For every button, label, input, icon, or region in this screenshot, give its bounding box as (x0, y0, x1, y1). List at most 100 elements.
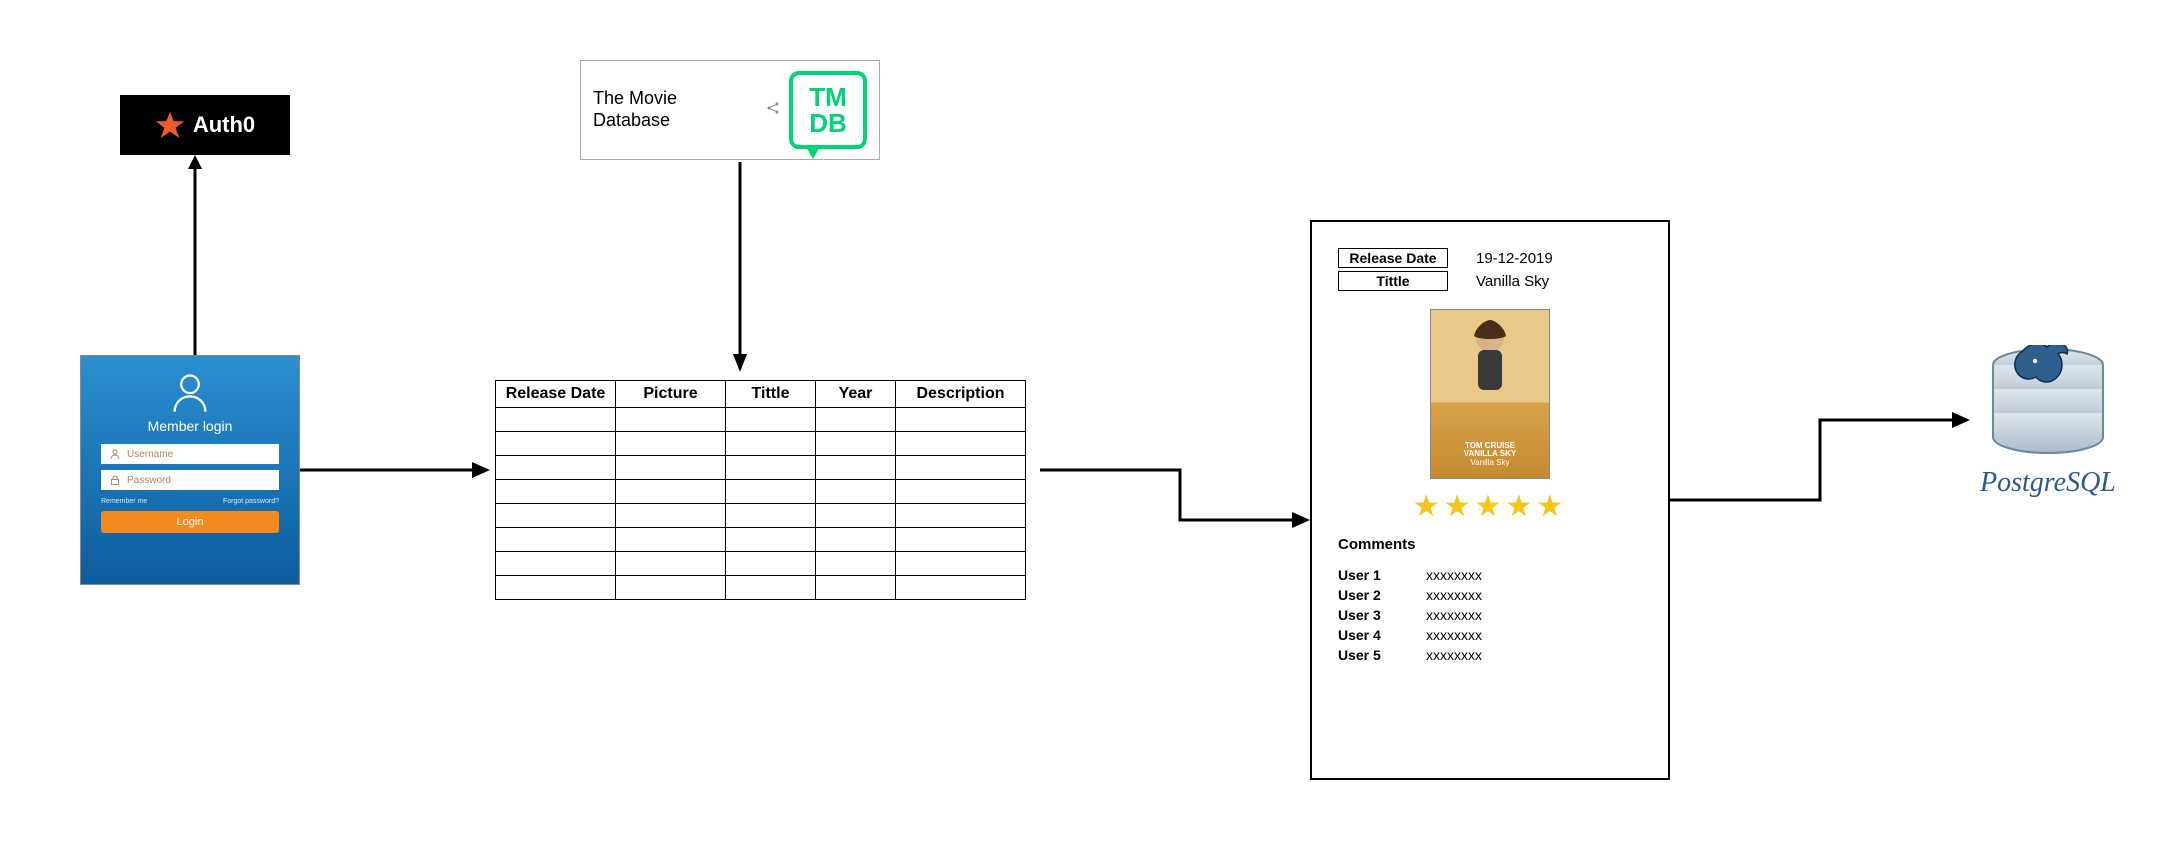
arrow-login-to-table (300, 455, 490, 485)
col-release-date: Release Date (496, 381, 616, 408)
arrow-login-to-auth0 (180, 155, 210, 355)
tmdb-card: The Movie Database TM DB (580, 60, 880, 160)
table-cell (726, 528, 816, 552)
user-icon (168, 370, 212, 414)
table-header-row: Release Date Picture Tittle Year Descrip… (496, 381, 1026, 408)
table-cell (816, 456, 896, 480)
table-cell (816, 480, 896, 504)
username-placeholder: Username (127, 449, 173, 460)
comment-row: User 3 xxxxxxxx (1338, 607, 1642, 623)
password-placeholder: Password (127, 475, 171, 486)
login-title: Member login (148, 418, 233, 434)
user-small-icon (109, 448, 121, 460)
table-row[interactable] (496, 432, 1026, 456)
table-cell (616, 504, 726, 528)
table-cell (616, 408, 726, 432)
password-field[interactable]: Password (101, 470, 279, 490)
share-icon[interactable] (765, 100, 781, 121)
table-row[interactable] (496, 576, 1026, 600)
database-label: PostgreSQL (1980, 467, 2116, 499)
table-cell (726, 480, 816, 504)
table-cell (496, 432, 616, 456)
table-row[interactable] (496, 552, 1026, 576)
table-cell (896, 456, 1026, 480)
username-field[interactable]: Username (101, 444, 279, 464)
table-cell (496, 528, 616, 552)
movie-table: Release Date Picture Tittle Year Descrip… (495, 380, 1026, 600)
login-options: Remember me Forgot password? (101, 498, 279, 505)
database-icon (1983, 345, 2113, 465)
movie-table-wrapper: Release Date Picture Tittle Year Descrip… (495, 380, 1026, 600)
arrow-detail-to-db (1670, 400, 1970, 520)
table-row[interactable] (496, 504, 1026, 528)
comment-row: User 4 xxxxxxxx (1338, 627, 1642, 643)
table-cell (816, 504, 896, 528)
comment-text: xxxxxxxx (1426, 567, 1482, 583)
poster-text: TOM CRUISE VANILLA SKY Vanilla Sky (1431, 442, 1549, 468)
comment-text: xxxxxxxx (1426, 587, 1482, 603)
table-cell (896, 576, 1026, 600)
comment-user: User 1 (1338, 567, 1398, 583)
comment-text: xxxxxxxx (1426, 627, 1482, 643)
table-cell (896, 408, 1026, 432)
arrow-table-to-detail (1040, 455, 1310, 535)
table-row[interactable] (496, 528, 1026, 552)
table-row[interactable] (496, 408, 1026, 432)
table-cell (816, 528, 896, 552)
table-row[interactable] (496, 480, 1026, 504)
table-cell (496, 480, 616, 504)
col-picture: Picture (616, 381, 726, 408)
comment-user: User 3 (1338, 607, 1398, 623)
table-cell (496, 504, 616, 528)
table-cell (896, 480, 1026, 504)
auth0-logo-icon (155, 110, 185, 140)
detail-value-tittle: Vanilla Sky (1476, 273, 1549, 290)
detail-row: Release Date 19-12-2019 (1338, 248, 1642, 268)
detail-label-release-date: Release Date (1338, 248, 1448, 268)
table-cell (726, 552, 816, 576)
table-cell (896, 552, 1026, 576)
detail-label-tittle: Tittle (1338, 271, 1448, 291)
table-cell (616, 528, 726, 552)
table-cell (616, 552, 726, 576)
comment-text: xxxxxxxx (1426, 607, 1482, 623)
table-cell (616, 576, 726, 600)
table-cell (616, 456, 726, 480)
table-cell (616, 480, 726, 504)
col-year: Year (816, 381, 896, 408)
postgresql-database: PostgreSQL (1980, 345, 2116, 499)
table-cell (496, 552, 616, 576)
movie-poster: TOM CRUISE VANILLA SKY Vanilla Sky (1430, 309, 1550, 479)
forgot-password-link[interactable]: Forgot password? (223, 498, 279, 505)
col-tittle: Tittle (726, 381, 816, 408)
login-button[interactable]: Login (101, 511, 279, 533)
poster-figure-icon (1460, 318, 1520, 400)
table-cell (896, 504, 1026, 528)
comment-row: User 5 xxxxxxxx (1338, 647, 1642, 663)
table-cell (726, 456, 816, 480)
remember-me-label[interactable]: Remember me (101, 498, 147, 505)
comment-user: User 5 (1338, 647, 1398, 663)
auth0-label: Auth0 (193, 112, 255, 138)
table-cell (726, 432, 816, 456)
auth0-badge: Auth0 (120, 95, 290, 155)
detail-row: Tittle Vanilla Sky (1338, 271, 1642, 291)
comment-text: xxxxxxxx (1426, 647, 1482, 663)
table-cell (616, 432, 726, 456)
lock-icon (109, 474, 121, 486)
table-row[interactable] (496, 456, 1026, 480)
table-cell (726, 504, 816, 528)
movie-detail-card: Release Date 19-12-2019 Tittle Vanilla S… (1310, 220, 1670, 780)
table-cell (896, 528, 1026, 552)
comment-user: User 2 (1338, 587, 1398, 603)
table-cell (816, 432, 896, 456)
table-cell (496, 408, 616, 432)
comment-user: User 4 (1338, 627, 1398, 643)
rating-stars[interactable]: ★★★★★ (1338, 489, 1642, 524)
table-cell (496, 456, 616, 480)
login-panel: Member login Username Password Remember … (80, 355, 300, 585)
tmdb-logo-icon: TM DB (789, 71, 867, 149)
table-cell (816, 552, 896, 576)
table-cell (726, 408, 816, 432)
comments-list: User 1 xxxxxxxx User 2 xxxxxxxx User 3 xxxxxx… (1338, 567, 1642, 663)
